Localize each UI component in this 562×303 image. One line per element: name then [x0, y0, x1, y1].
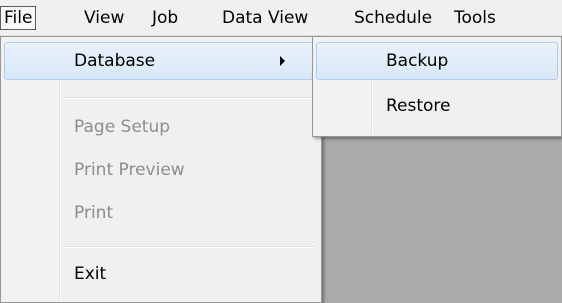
submenu-item-restore-label: Restore [386, 96, 451, 116]
menu-file[interactable]: File [0, 6, 37, 30]
menu-item-database-label: Database [74, 51, 156, 71]
menu-item-exit-label: Exit [74, 264, 107, 284]
file-menu: Database Page Setup Print Preview Print … [0, 36, 322, 303]
submenu-item-backup-label: Backup [386, 51, 449, 71]
menu-item-print-label: Print [74, 203, 114, 223]
database-submenu: Backup Restore [312, 36, 562, 137]
menu-schedule[interactable]: Schedule [350, 6, 436, 30]
menu-item-page-setup: Page Setup [4, 108, 316, 146]
menu-tools[interactable]: Tools [450, 6, 500, 30]
chevron-right-icon [280, 56, 285, 66]
menu-separator [63, 246, 315, 248]
menu-item-database[interactable]: Database [4, 42, 316, 80]
menu-separator [63, 97, 315, 99]
menu-item-print: Print [4, 194, 316, 232]
menu-data-view[interactable]: Data View [218, 6, 312, 30]
menu-job[interactable]: Job [148, 6, 182, 30]
submenu-item-backup[interactable]: Backup [316, 42, 558, 80]
menu-view[interactable]: View [80, 6, 128, 30]
menu-bar: File View Job Data View Schedule Tools [0, 0, 562, 36]
menu-item-print-preview-label: Print Preview [74, 160, 185, 180]
menu-item-print-preview: Print Preview [4, 151, 316, 189]
submenu-item-restore[interactable]: Restore [316, 87, 558, 125]
menu-item-page-setup-label: Page Setup [74, 117, 171, 137]
menu-item-exit[interactable]: Exit [4, 255, 316, 293]
